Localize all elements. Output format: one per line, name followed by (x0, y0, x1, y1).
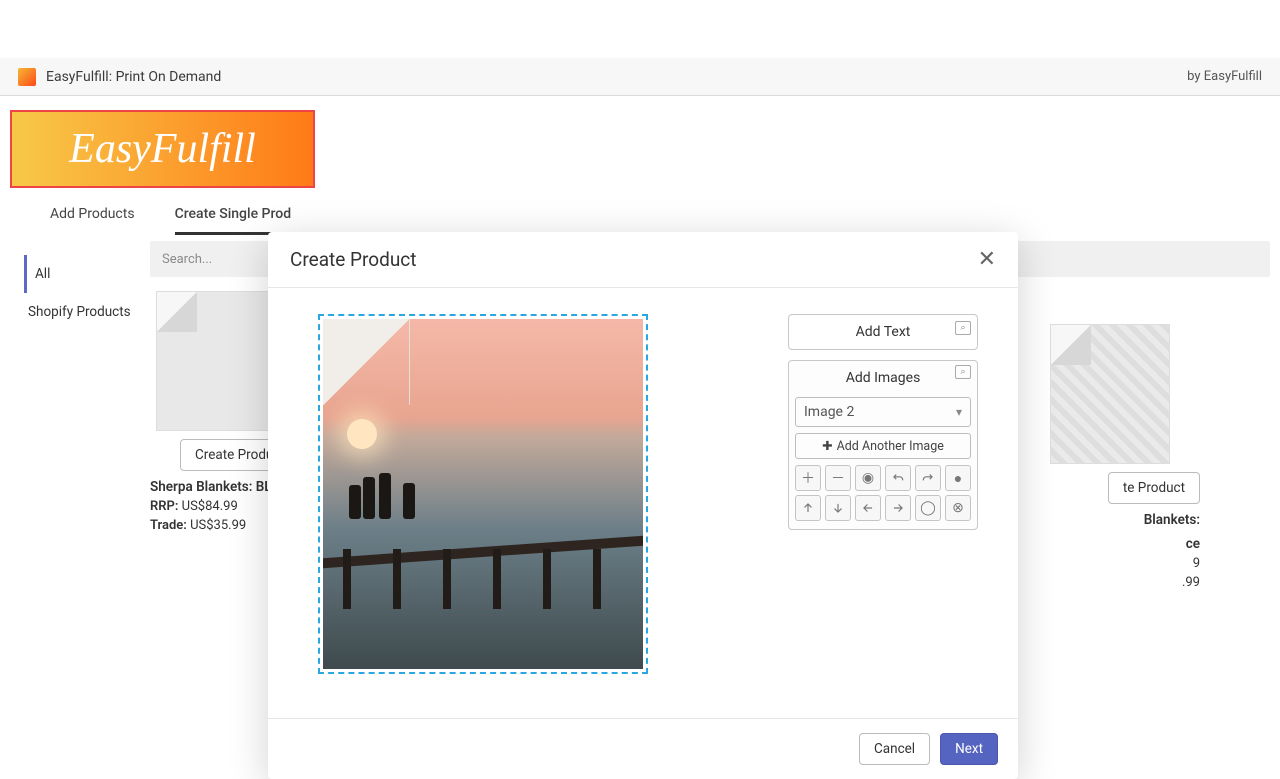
next-button[interactable]: Next (940, 733, 998, 765)
tab-create-single-product[interactable]: Create Single Prod (175, 206, 292, 235)
product-name-right-2: ce (1000, 536, 1200, 552)
trade-value: US$35.99 (190, 518, 246, 533)
cancel-button[interactable]: Cancel (859, 733, 930, 765)
brand-logo: EasyFulfill (10, 110, 315, 188)
zoom-in-icon[interactable]: ＋ (795, 465, 821, 491)
image-select-value: Image 2 (804, 404, 854, 420)
product-thumb-right (1050, 324, 1170, 464)
rrp-value-right: 9 (1193, 556, 1200, 571)
camera-icon: ⌕ (955, 321, 971, 335)
move-left-icon[interactable] (855, 495, 881, 521)
modal-title: Create Product (290, 248, 416, 271)
image-select[interactable]: Image 2 ▾ (795, 397, 971, 427)
add-another-label: Add Another Image (837, 439, 944, 454)
add-another-image-button[interactable]: ✚ Add Another Image (795, 433, 971, 459)
camera-icon: ⌕ (955, 365, 971, 379)
circle-fill-icon[interactable]: ● (945, 465, 971, 491)
create-product-button-right[interactable]: te Product (1108, 472, 1200, 504)
trade-value-right: .99 (1182, 575, 1200, 590)
add-images-label: Add Images (846, 370, 921, 386)
design-image[interactable] (323, 319, 643, 669)
move-down-icon[interactable] (825, 495, 851, 521)
move-up-icon[interactable] (795, 495, 821, 521)
delete-icon[interactable]: ⊗ (945, 495, 971, 521)
app-title: EasyFulfill: Print On Demand (46, 69, 221, 85)
close-icon[interactable]: ✕ (978, 249, 996, 271)
app-icon (18, 68, 36, 86)
zoom-out-icon[interactable]: － (825, 465, 851, 491)
circle-outline-icon[interactable]: ◯ (915, 495, 941, 521)
app-byline: by EasyFulfill (1187, 69, 1262, 84)
rotate-left-icon[interactable] (885, 465, 911, 491)
chevron-down-icon: ▾ (956, 405, 962, 419)
move-right-icon[interactable] (885, 495, 911, 521)
trade-label: Trade: (150, 518, 187, 533)
add-text-label: Add Text (856, 324, 911, 340)
rrp-label: RRP: (150, 499, 178, 514)
circle-tool-icon[interactable]: ◉ (855, 465, 881, 491)
add-text-button[interactable]: Add Text ⌕ (788, 314, 978, 350)
rrp-value: US$84.99 (182, 499, 238, 514)
search-placeholder: Search... (162, 252, 212, 267)
product-name-right: Blankets: (1000, 512, 1200, 528)
tab-add-products[interactable]: Add Products (50, 206, 135, 235)
create-product-modal: Create Product ✕ (268, 232, 1018, 779)
design-canvas[interactable] (318, 314, 648, 674)
plus-icon: ✚ (822, 438, 832, 454)
sidebar-item-all[interactable]: All (24, 255, 150, 293)
rotate-right-icon[interactable] (915, 465, 941, 491)
sidebar-item-shopify-products[interactable]: Shopify Products (24, 293, 150, 331)
product-thumb-sherpa (156, 291, 276, 431)
brand-logo-text: EasyFulfill (69, 125, 256, 173)
